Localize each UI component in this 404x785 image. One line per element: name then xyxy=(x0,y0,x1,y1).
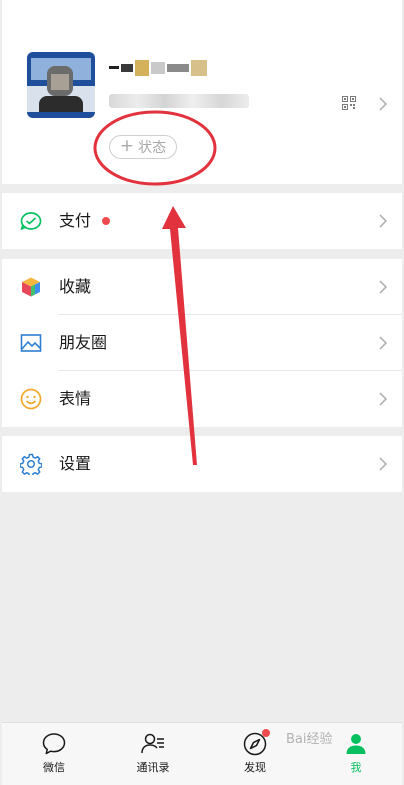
person-icon xyxy=(346,734,366,754)
content-section: 收藏 朋友圈 表情 xyxy=(2,259,402,427)
smiley-icon xyxy=(20,388,42,410)
nickname-redacted xyxy=(109,58,219,78)
menu-item-pay[interactable]: 支付 xyxy=(2,193,402,249)
chevron-right-icon xyxy=(379,392,388,406)
menu-item-favorites[interactable]: 收藏 xyxy=(2,259,402,315)
notification-badge xyxy=(262,729,270,737)
wechat-id-redacted xyxy=(109,94,249,108)
contacts-icon xyxy=(141,733,164,754)
tab-label: 通讯录 xyxy=(136,761,170,774)
menu-item-label: 支付 xyxy=(59,211,92,230)
add-status-button[interactable]: + 状态 xyxy=(109,135,177,159)
notification-badge xyxy=(102,217,110,225)
gear-icon xyxy=(20,453,42,475)
image-icon xyxy=(20,334,42,352)
chevron-right-icon xyxy=(379,457,388,471)
pay-section: 支付 xyxy=(2,193,402,249)
menu-item-label: 收藏 xyxy=(59,277,92,296)
chat-bubble-icon xyxy=(42,733,66,755)
plus-icon: + xyxy=(119,135,135,156)
status-label: 状态 xyxy=(138,140,167,156)
cube-icon xyxy=(22,277,40,297)
wechat-me-screen: + 状态 支付 收藏 朋友圈 表情 设置 微信 通讯录 发现 我 xyxy=(2,0,402,785)
avatar[interactable] xyxy=(27,52,95,118)
chevron-right-icon xyxy=(379,280,388,294)
menu-item-label: 设置 xyxy=(59,454,92,473)
menu-item-label: 朋友圈 xyxy=(59,333,108,352)
wallet-icon xyxy=(20,212,42,230)
tab-me[interactable]: 我 xyxy=(326,723,386,785)
tab-label: 我 xyxy=(350,761,362,774)
settings-section: 设置 xyxy=(2,436,402,492)
menu-item-stickers[interactable]: 表情 xyxy=(2,371,402,427)
menu-item-settings[interactable]: 设置 xyxy=(2,436,402,492)
tab-label: 发现 xyxy=(244,761,266,774)
chevron-right-icon xyxy=(379,214,388,228)
tab-discover[interactable]: 发现 xyxy=(225,723,285,785)
watermark: Bai经验 xyxy=(286,732,333,747)
qr-code-icon[interactable] xyxy=(342,96,356,110)
menu-item-label: 表情 xyxy=(59,389,92,408)
chevron-right-icon xyxy=(379,336,388,350)
menu-item-moments[interactable]: 朋友圈 xyxy=(2,315,402,371)
tab-label: 微信 xyxy=(43,761,65,774)
tab-chats[interactable]: 微信 xyxy=(24,723,84,785)
profile-header[interactable]: + 状态 xyxy=(2,0,402,184)
tab-contacts[interactable]: 通讯录 xyxy=(123,723,183,785)
chevron-right-icon xyxy=(379,97,388,111)
bottom-tab-bar: 微信 通讯录 发现 我 xyxy=(2,722,402,785)
